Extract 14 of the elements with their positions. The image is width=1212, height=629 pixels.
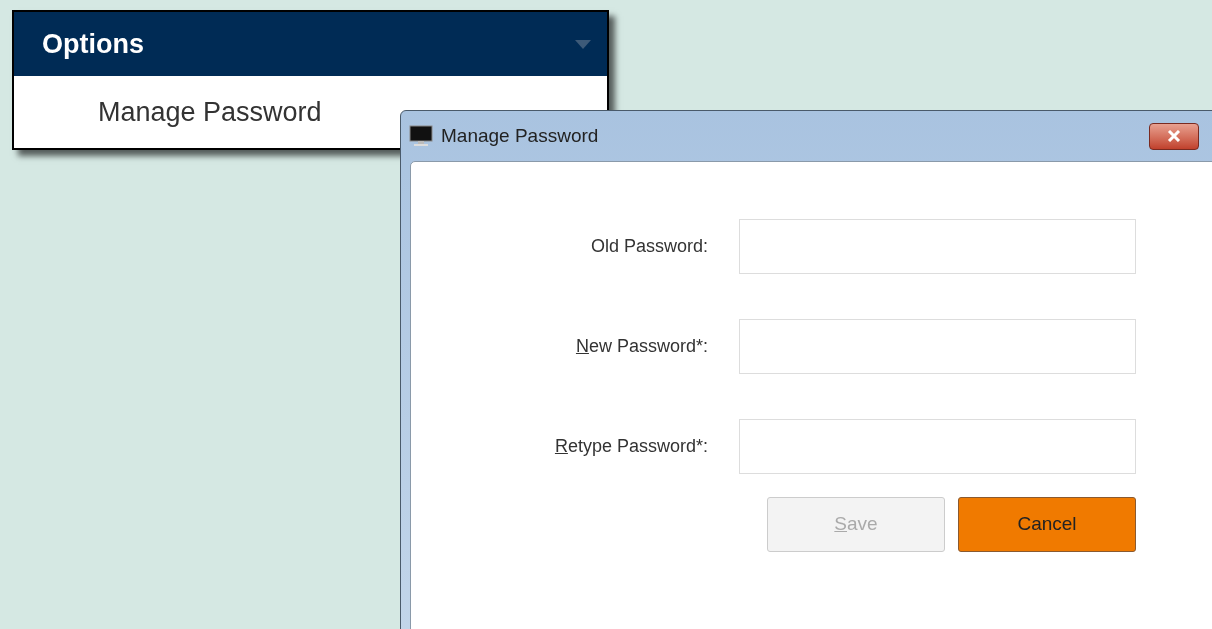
close-icon xyxy=(1167,130,1181,142)
field-label: Old Password: xyxy=(589,235,708,258)
window-title: Manage Password xyxy=(441,123,599,148)
field-label: New Password*: xyxy=(574,335,708,358)
close-button[interactable] xyxy=(1149,122,1199,150)
menu-title: Options xyxy=(42,27,144,61)
monitor-icon xyxy=(409,125,433,147)
password-field[interactable] xyxy=(739,419,1136,474)
password-field[interactable] xyxy=(739,319,1136,374)
field-label: Retype Password*: xyxy=(553,435,708,458)
cancel-button[interactable]: Cancel xyxy=(958,497,1136,552)
password-field[interactable] xyxy=(739,219,1136,274)
menu-header[interactable]: Options xyxy=(14,12,607,76)
dropdown-arrow-icon xyxy=(575,39,591,49)
